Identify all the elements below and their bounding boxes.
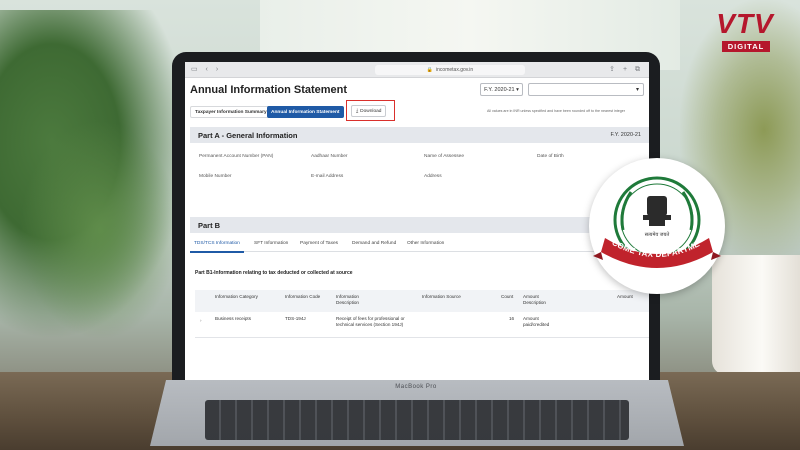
- address-bar[interactable]: 🔒 incometax.gov.in: [375, 65, 525, 75]
- active-subtab-underline: [190, 251, 244, 253]
- tab-annual-information-statement[interactable]: Annual Information Statement: [267, 106, 344, 118]
- fy-select-value: F.Y. 2020-21: [484, 86, 515, 93]
- chevron-down-icon: ▾: [635, 87, 639, 93]
- part-b-header: Part B: [190, 217, 649, 233]
- fy-select[interactable]: F.Y. 2020-21 ▾: [480, 83, 523, 96]
- laptop-keyboard: [205, 400, 629, 440]
- part-a-title: Part A - General Information: [198, 130, 298, 140]
- background-plant-left-leaves: [20, 120, 180, 340]
- cell-description: Receipt of fees for professional or tech…: [336, 316, 405, 328]
- laptop-screen: ▭ ‹ › 🔒 incometax.gov.in ⇪ + ⧉ Annual In…: [185, 62, 649, 380]
- browser-actions-icons[interactable]: ⇪ + ⧉: [609, 65, 643, 74]
- cell-code: TDS-194J: [285, 316, 306, 321]
- field-label-email: E-mail Address: [311, 174, 344, 179]
- cell-category: Business receipts: [215, 316, 252, 321]
- subtab-sft[interactable]: SFT Information: [254, 241, 288, 246]
- part-a-header: Part A - General Information F.Y. 2020-2…: [190, 127, 649, 143]
- vtv-logo-text: VTV: [716, 8, 774, 39]
- col-information-description: Information Description: [336, 294, 359, 306]
- field-label-pan: Permanent Account Number (PAN): [199, 154, 274, 159]
- field-label-dob: Date of Birth: [537, 154, 564, 159]
- lock-icon: 🔒: [426, 67, 434, 73]
- address-url: incometax.gov.in: [436, 67, 474, 73]
- field-label-mobile: Mobile Number: [199, 174, 232, 179]
- cell-count: 16: [509, 316, 515, 321]
- table-row[interactable]: › Business receipts TDS-194J Receipt of …: [195, 312, 649, 338]
- col-count: Count: [501, 294, 514, 299]
- plant-pot: [712, 255, 800, 375]
- table-header: Information Category Information Code In…: [195, 290, 649, 312]
- col-information-source: Information Source: [422, 294, 461, 299]
- emblem-motto: सत्यमेव जयते: [645, 231, 670, 238]
- download-button[interactable]: ⤓ Download: [351, 105, 387, 117]
- field-label-address: Address: [424, 174, 442, 179]
- subtab-tds-tcs[interactable]: TDS/TCS Information: [194, 241, 240, 246]
- browser-toolbar: ▭ ‹ › 🔒 incometax.gov.in ⇪ + ⧉: [185, 62, 649, 78]
- col-amount-description: Amount Description: [523, 294, 546, 306]
- rounding-note: All values are in INR unless specified a…: [487, 109, 625, 113]
- subtab-other-information[interactable]: Other Information: [407, 241, 444, 246]
- tab-taxpayer-information-summary[interactable]: Taxpayer Information Summary: [190, 106, 272, 118]
- browser-nav-icons[interactable]: ▭ ‹ ›: [191, 65, 221, 73]
- subtab-payment-of-taxes[interactable]: Payment of Taxes: [300, 241, 338, 246]
- download-label: Download: [360, 108, 382, 114]
- field-label-name: Name of Assessee: [424, 154, 464, 159]
- field-label-aadhaar: Aadhaar Number: [311, 154, 348, 159]
- part-b-title: Part B: [198, 220, 221, 230]
- part-b-subtabs: TDS/TCS Information SFT Information Paym…: [190, 238, 649, 252]
- cell-amount-description: Amount paid/credited: [523, 316, 550, 328]
- income-tax-emblem-icon: सत्यमेव जयते INCOME TAX DEPARTMENT: [586, 151, 721, 268]
- subtab-demand-refund[interactable]: Demand and Refund: [352, 241, 396, 246]
- income-tax-department-badge: सत्यमेव जयते INCOME TAX DEPARTMENT: [586, 151, 725, 294]
- chevron-down-icon: ▾: [514, 86, 519, 93]
- col-information-category: Information Category: [215, 294, 258, 299]
- col-amount: Amount: [617, 294, 633, 299]
- part-b1-title: Part B1-Information relating to tax dedu…: [195, 270, 353, 276]
- vtv-digital-label: DIGITAL: [722, 41, 770, 52]
- vtv-digital-logo: VTV DIGITAL: [706, 8, 784, 56]
- part-a-fy: F.Y. 2020-21: [610, 132, 641, 138]
- col-information-code: Information Code: [285, 294, 321, 299]
- statement-select[interactable]: ▾: [528, 83, 644, 96]
- row-expand-chevron-icon[interactable]: ›: [200, 318, 202, 324]
- laptop-model-label: MacBook Pro: [395, 384, 437, 390]
- page-title: Annual Information Statement: [190, 84, 348, 96]
- download-icon: ⤓: [356, 109, 359, 114]
